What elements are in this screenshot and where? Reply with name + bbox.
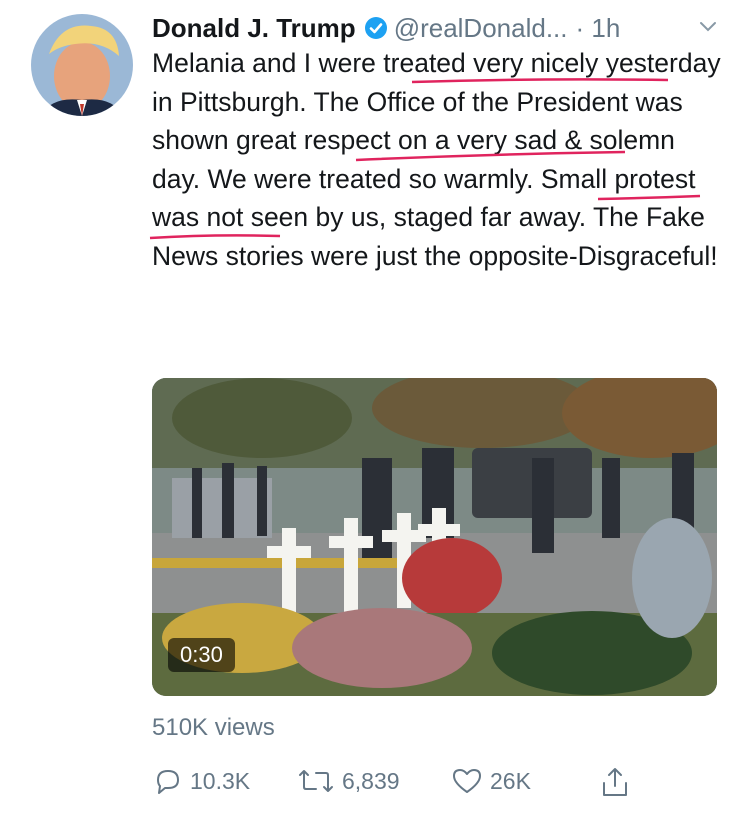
like-button[interactable]: 26K (450, 765, 531, 797)
reply-count: 10.3K (190, 767, 251, 794)
video-thumbnail[interactable] (152, 378, 717, 696)
video-scene-image (152, 378, 717, 696)
retweet-icon (299, 770, 333, 792)
like-count: 26K (490, 767, 531, 794)
like-icon (453, 769, 481, 793)
reply-button[interactable]: 10.3K (152, 765, 250, 797)
view-count: 510K views (152, 714, 275, 741)
tweet-actions: 10.3K 6,839 26K (152, 765, 732, 805)
retweet-count: 6,839 (342, 767, 400, 794)
share-icon (603, 768, 627, 796)
share-button[interactable] (598, 765, 638, 799)
video-duration-badge: 0:30 (168, 638, 235, 672)
retweet-button[interactable]: 6,839 (296, 765, 400, 797)
reply-icon (157, 770, 179, 794)
